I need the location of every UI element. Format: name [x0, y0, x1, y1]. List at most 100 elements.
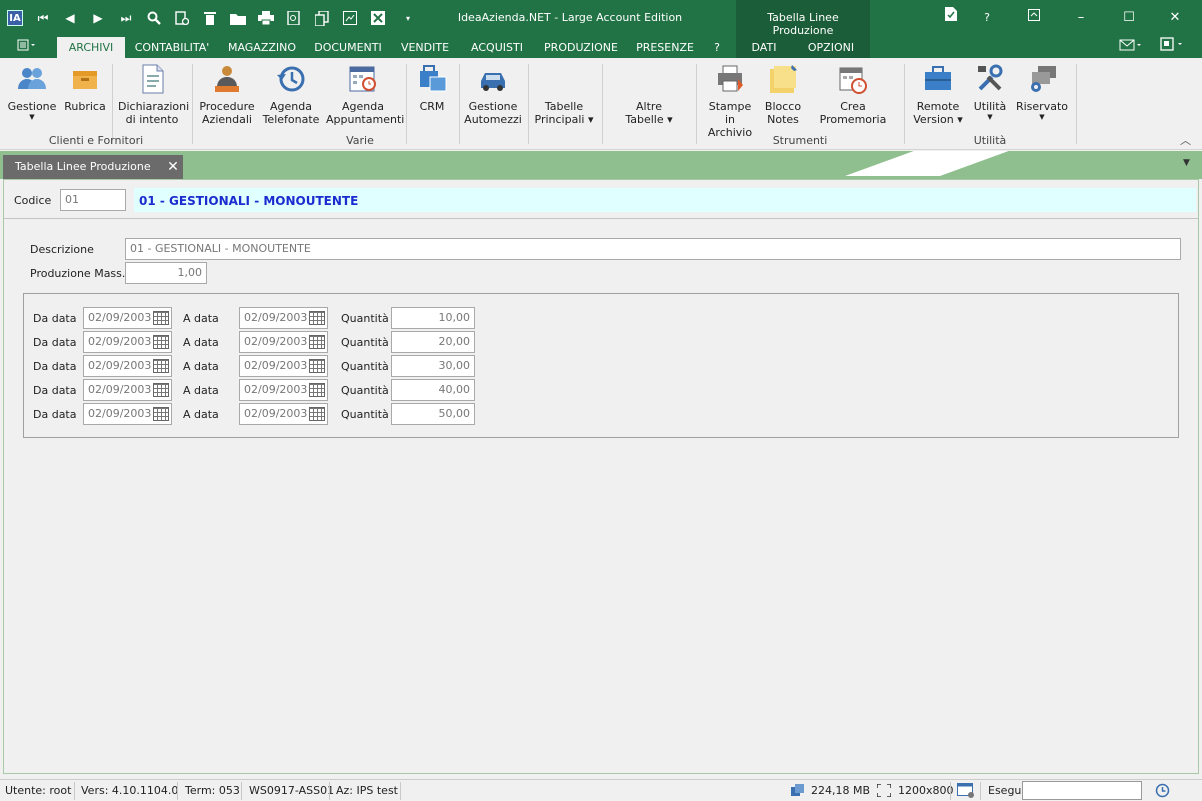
attach-icon[interactable] [341, 9, 359, 27]
tab-acquisti[interactable]: ACQUISTI [464, 37, 530, 58]
calendar-icon[interactable] [309, 359, 325, 373]
quantita-label: Quantità [341, 408, 389, 421]
ribbon-separator [112, 64, 113, 144]
calendar-icon[interactable] [153, 335, 169, 349]
tab-dati[interactable]: DATI [736, 37, 792, 58]
tab-help[interactable]: ? [706, 37, 728, 58]
quantita-input[interactable]: 10,00 [391, 307, 475, 329]
a-data-label: A data [183, 360, 219, 373]
calendar-icon[interactable] [153, 359, 169, 373]
collapse-ribbon-icon[interactable]: ︿ [1180, 132, 1191, 148]
esegui-input[interactable] [1022, 781, 1142, 800]
customize-dropdown-icon[interactable]: ▾ [399, 9, 417, 27]
calendar-icon[interactable] [309, 407, 325, 421]
tab-menu-dropdown-icon[interactable]: ▼ [1183, 158, 1190, 168]
calendar-icon[interactable] [309, 383, 325, 397]
close-tab-icon[interactable]: ✕ [163, 155, 183, 179]
crm-button[interactable]: CRM [412, 63, 452, 113]
tab-presenze[interactable]: PRESENZE [632, 37, 698, 58]
delete-icon[interactable] [201, 9, 219, 27]
cancel-icon[interactable] [369, 9, 387, 27]
a-data-input[interactable]: 02/09/2003 [239, 355, 328, 377]
da-data-value: 02/09/2003 [88, 407, 152, 420]
document-tab[interactable]: Tabella Linee Produzione ✕ [3, 155, 183, 179]
tab-archivi[interactable]: ARCHIVI [57, 37, 125, 58]
file-menu-icon[interactable] [12, 37, 42, 58]
da-data-input[interactable]: 02/09/2003 [83, 403, 172, 425]
restore-ribbon-icon[interactable] [1022, 7, 1046, 29]
quantita-input[interactable]: 30,00 [391, 355, 475, 377]
da-data-input[interactable]: 02/09/2003 [83, 331, 172, 353]
remote-version-button[interactable]: Remote Version ▾ [910, 63, 966, 126]
crm-label: CRM [419, 100, 445, 113]
stampe-archivio-button[interactable]: Stampe in Archivio [702, 63, 758, 139]
tab-contabilita[interactable]: CONTABILITA' [128, 37, 216, 58]
gestione-automezzi-button[interactable]: Gestione Automezzi [464, 63, 522, 126]
calendar-icon[interactable] [153, 311, 169, 325]
ribbon-separator [696, 64, 697, 144]
close-button[interactable]: ✕ [1163, 7, 1187, 29]
mail-icon[interactable] [1116, 37, 1146, 58]
rubrica-button[interactable]: Rubrica [62, 63, 108, 113]
dichiarazioni-button[interactable]: Dichiarazioni di intento [118, 63, 189, 126]
altre-tabelle-button[interactable]: Altre Tabelle ▾ [618, 100, 680, 126]
da-data-input[interactable]: 02/09/2003 [83, 307, 172, 329]
tab-produzione[interactable]: PRODUZIONE [538, 37, 624, 58]
quantita-label: Quantità [341, 312, 389, 325]
new-record-icon[interactable] [173, 9, 191, 27]
a-data-input[interactable]: 02/09/2003 [239, 307, 328, 329]
agenda-telefonate-button[interactable]: Agenda Telefonate [262, 63, 320, 126]
agenda-appuntamenti-button[interactable]: Agenda Appuntamenti [326, 63, 404, 126]
a-data-input[interactable]: 02/09/2003 [239, 331, 328, 353]
print-preview-icon[interactable] [285, 9, 303, 27]
context-tab-title: Tabella Linee Produzione [767, 11, 839, 37]
gestione-button[interactable]: Gestione ▼ [6, 63, 58, 121]
codice-input[interactable]: 01 [60, 189, 126, 211]
da-data-input[interactable]: 02/09/2003 [83, 379, 172, 401]
quantita-label: Quantità [341, 336, 389, 349]
first-record-icon[interactable]: ⏮ [34, 9, 52, 27]
esegui-label: Esegui [988, 784, 1025, 797]
quantita-input[interactable]: 20,00 [391, 331, 475, 353]
procedure-aziendali-button[interactable]: Procedure Aziendali [197, 63, 257, 126]
blocco-notes-button[interactable]: Blocco Notes [762, 63, 804, 126]
utilita-button[interactable]: Utilità ▼ [970, 63, 1010, 121]
tab-vendite[interactable]: VENDITE [394, 37, 456, 58]
minimize-button[interactable]: – [1069, 7, 1093, 29]
sticky-note-icon [767, 63, 799, 95]
riservato-button[interactable]: Riservato ▼ [1014, 63, 1070, 121]
descrizione-input[interactable]: 01 - GESTIONALI - MONOUTENTE [125, 238, 1181, 260]
quantita-input[interactable]: 50,00 [391, 403, 475, 425]
next-record-icon[interactable]: ▶ [89, 9, 107, 27]
app-logo-icon[interactable]: IA [7, 10, 23, 26]
maximize-button[interactable]: ☐ [1117, 7, 1141, 29]
quantita-input[interactable]: 40,00 [391, 379, 475, 401]
print-icon[interactable] [257, 9, 275, 27]
calendar-icon[interactable] [153, 383, 169, 397]
produzione-mass-input[interactable]: 1,00 [125, 262, 207, 284]
a-data-input[interactable]: 02/09/2003 [239, 379, 328, 401]
history-clock-icon[interactable] [1155, 783, 1170, 801]
help-button[interactable]: ? [975, 7, 999, 29]
search-icon[interactable] [145, 9, 163, 27]
prev-record-icon[interactable]: ◀ [61, 9, 79, 27]
last-record-icon[interactable]: ⏭ [117, 9, 135, 27]
calendar-icon[interactable] [153, 407, 169, 421]
a-data-input[interactable]: 02/09/2003 [239, 403, 328, 425]
open-folder-icon[interactable] [229, 9, 247, 27]
worker-icon [211, 63, 243, 95]
produzione-mass-label: Produzione Mass. [30, 267, 126, 280]
tab-magazzino[interactable]: MAGAZZINO [222, 37, 302, 58]
document-icon[interactable] [939, 7, 963, 29]
calendar-icon[interactable] [309, 311, 325, 325]
tab-opzioni[interactable]: OPZIONI [792, 37, 870, 58]
layout-icon[interactable] [1156, 37, 1190, 58]
copy-icon[interactable] [313, 9, 331, 27]
window-settings-icon[interactable] [957, 783, 975, 801]
da-data-input[interactable]: 02/09/2003 [83, 355, 172, 377]
tabelle-principali-button[interactable]: Tabelle Principali ▾ [533, 100, 595, 126]
tab-documenti[interactable]: DOCUMENTI [310, 37, 386, 58]
window-title: IdeaAzienda.NET - Large Account Edition [457, 11, 683, 24]
calendar-icon[interactable] [309, 335, 325, 349]
crea-promemoria-button[interactable]: Crea Promemoria [808, 63, 898, 126]
